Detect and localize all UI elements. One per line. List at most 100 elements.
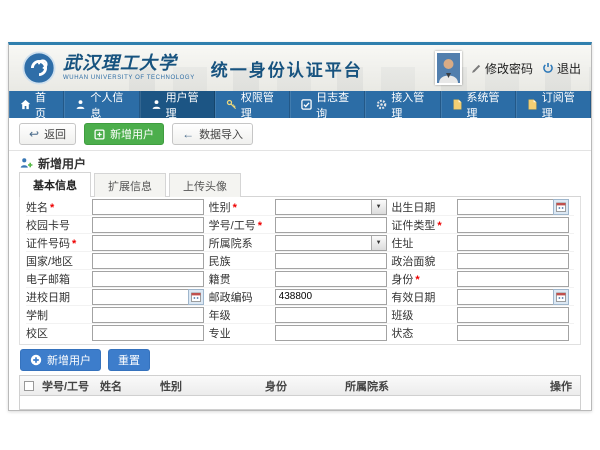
field-native-place: 籍贯 bbox=[209, 271, 392, 287]
home-icon bbox=[20, 99, 31, 110]
pencil-icon bbox=[471, 63, 482, 74]
nav-tab-system-management[interactable]: 系统管理 bbox=[441, 91, 516, 118]
chevron-down-icon: ▼ bbox=[371, 200, 386, 214]
grade-input[interactable] bbox=[275, 307, 387, 323]
country-region-input[interactable] bbox=[92, 253, 204, 269]
birth-date-input[interactable] bbox=[457, 199, 553, 215]
submit-label: 新增用户 bbox=[47, 352, 91, 368]
basic-info-form: 姓名* 性别* ▼ 出生日期 校园卡号 学号/工号* 证件类型* bbox=[19, 197, 581, 345]
field-status: 状态 bbox=[391, 325, 574, 341]
id-type-input[interactable] bbox=[457, 217, 569, 233]
field-email: 电子邮箱 bbox=[26, 271, 209, 287]
student-staff-id-input[interactable] bbox=[275, 217, 387, 233]
nav-tab-label: 权限管理 bbox=[241, 89, 279, 121]
data-import-button[interactable]: ← 数据导入 bbox=[172, 123, 253, 145]
field-label: 班级 bbox=[391, 307, 457, 323]
valid-date-input[interactable] bbox=[457, 289, 553, 305]
reset-button[interactable]: 重置 bbox=[108, 349, 150, 371]
major-input[interactable] bbox=[275, 325, 387, 341]
gender-select[interactable]: ▼ bbox=[275, 199, 387, 215]
select-all-checkbox[interactable] bbox=[24, 381, 34, 391]
form-row: 进校日期 邮政编码 有效日期 bbox=[26, 288, 574, 306]
calendar-icon[interactable] bbox=[553, 289, 569, 305]
nav-tab-home[interactable]: 首页 bbox=[9, 91, 64, 118]
calendar-icon[interactable] bbox=[553, 199, 569, 215]
change-password-label: 修改密码 bbox=[485, 60, 533, 77]
native-place-input[interactable] bbox=[275, 271, 387, 287]
change-password-link[interactable]: 修改密码 bbox=[471, 60, 533, 77]
required-mark: * bbox=[233, 202, 237, 214]
field-label: 出生日期 bbox=[391, 199, 457, 215]
university-name-en: WUHAN UNIVERSITY OF TECHNOLOGY bbox=[63, 75, 195, 81]
schooling-length-input[interactable] bbox=[92, 307, 204, 323]
field-address: 住址 bbox=[391, 235, 574, 251]
class-input[interactable] bbox=[457, 307, 569, 323]
field-campus: 校区 bbox=[26, 325, 209, 341]
required-mark: * bbox=[50, 202, 54, 214]
col-name: 姓名 bbox=[96, 378, 156, 394]
add-user-button[interactable]: 新增用户 bbox=[84, 123, 164, 145]
enrollment-date-input[interactable] bbox=[92, 289, 188, 305]
field-valid-date: 有效日期 bbox=[391, 289, 574, 305]
document-icon bbox=[452, 99, 463, 110]
submit-add-user-button[interactable]: 新增用户 bbox=[20, 349, 101, 371]
university-logo-icon bbox=[22, 51, 56, 85]
field-country-region: 国家/地区 bbox=[26, 253, 209, 269]
field-label: 姓名* bbox=[26, 199, 92, 215]
avatar[interactable] bbox=[435, 51, 462, 85]
name-input[interactable] bbox=[92, 199, 204, 215]
col-actions: 操作 bbox=[546, 378, 580, 394]
field-label: 校区 bbox=[26, 325, 92, 341]
department-select[interactable]: ▼ bbox=[275, 235, 387, 251]
tab-upload-photo[interactable]: 上传头像 bbox=[169, 173, 241, 197]
tab-basic-info[interactable]: 基本信息 bbox=[19, 172, 91, 197]
postal-code-input[interactable] bbox=[275, 289, 387, 305]
campus-card-no-input[interactable] bbox=[92, 217, 204, 233]
calendar-icon[interactable] bbox=[188, 289, 204, 305]
back-icon: ↩ bbox=[29, 128, 39, 140]
id-number-input[interactable] bbox=[92, 235, 204, 251]
required-mark: * bbox=[415, 274, 419, 286]
address-input[interactable] bbox=[457, 235, 569, 251]
political-status-input[interactable] bbox=[457, 253, 569, 269]
field-label: 所属院系 bbox=[209, 235, 275, 251]
toolbar: ↩ 返回 新增用户 ← 数据导入 bbox=[9, 118, 591, 151]
field-name: 姓名* bbox=[26, 199, 209, 215]
nav-tab-log-query[interactable]: 日志查询 bbox=[290, 91, 365, 118]
field-class: 班级 bbox=[391, 307, 574, 323]
status-input[interactable] bbox=[457, 325, 569, 341]
field-label: 住址 bbox=[391, 235, 457, 251]
nav-tab-user-management[interactable]: 用户管理 bbox=[140, 91, 215, 118]
back-button[interactable]: ↩ 返回 bbox=[19, 123, 76, 145]
logout-link[interactable]: 退出 bbox=[542, 60, 581, 77]
gear-icon bbox=[376, 99, 387, 110]
col-gender: 性别 bbox=[156, 378, 261, 394]
nav-tab-label: 订阅管理 bbox=[542, 89, 580, 121]
field-campus-card-no: 校园卡号 bbox=[26, 217, 209, 233]
chevron-down-icon: ▼ bbox=[371, 236, 386, 250]
field-label: 校园卡号 bbox=[26, 217, 92, 233]
add-user-label: 新增用户 bbox=[110, 126, 154, 142]
nav-tab-label: 用户管理 bbox=[166, 89, 204, 121]
tab-extended-info[interactable]: 扩展信息 bbox=[94, 173, 166, 197]
app-header: 武汉理工大学 WUHAN UNIVERSITY OF TECHNOLOGY 统一… bbox=[9, 45, 591, 91]
email-input[interactable] bbox=[92, 271, 204, 287]
field-label: 学号/工号* bbox=[209, 217, 275, 233]
document-icon bbox=[527, 99, 538, 110]
nav-tab-permission-management[interactable]: 权限管理 bbox=[215, 91, 290, 118]
form-row: 校园卡号 学号/工号* 证件类型* bbox=[26, 216, 574, 234]
nav-tab-subscription-management[interactable]: 订阅管理 bbox=[516, 91, 591, 118]
user-table: 学号/工号 姓名 性别 身份 所属院系 操作 bbox=[19, 375, 581, 410]
identity-input[interactable] bbox=[457, 271, 569, 287]
campus-input[interactable] bbox=[92, 325, 204, 341]
ethnicity-input[interactable] bbox=[275, 253, 387, 269]
field-birth-date: 出生日期 bbox=[391, 199, 574, 215]
nav-tab-access-management[interactable]: 接入管理 bbox=[365, 91, 440, 118]
section-header: 新增用户 bbox=[9, 151, 591, 175]
logout-label: 退出 bbox=[557, 60, 581, 77]
table-body-empty bbox=[20, 396, 580, 409]
nav-tab-label: 日志查询 bbox=[316, 89, 354, 121]
field-label: 进校日期 bbox=[26, 289, 92, 305]
nav-tab-personal-info[interactable]: 个人信息 bbox=[64, 91, 139, 118]
field-label: 有效日期 bbox=[391, 289, 457, 305]
